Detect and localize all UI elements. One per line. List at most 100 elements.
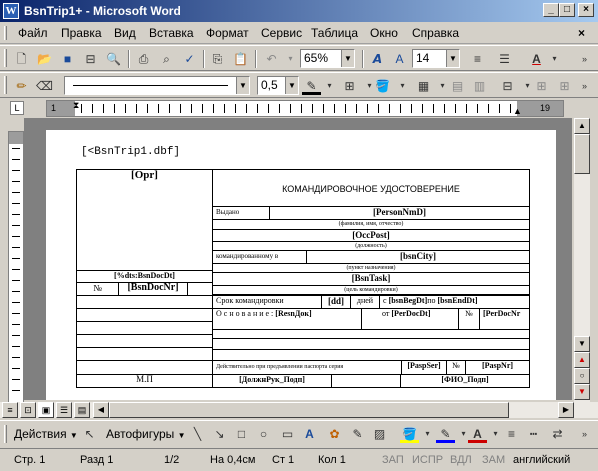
title-cell[interactable]: КОМАНДИРОВОЧНОЕ УДОСТОВЕРЕНИЕ (212, 169, 530, 207)
task-cell[interactable]: [BsnTask] (212, 272, 530, 286)
draw-table-icon[interactable]: ✏ (12, 77, 31, 95)
print-layout-icon[interactable]: ▣ (38, 402, 54, 418)
copy-icon[interactable]: ⎘ (208, 50, 227, 68)
scroll-right-icon[interactable]: ▶ (558, 402, 574, 418)
menu-help[interactable]: Справка (412, 26, 459, 40)
print-preview-icon[interactable]: 🔍 (104, 50, 123, 68)
menu-tools[interactable]: Сервис (261, 26, 302, 40)
scroll-thumb[interactable] (574, 134, 590, 174)
line-weight-combo[interactable]: 0,5 ▼ (257, 76, 299, 95)
dash-style-icon[interactable]: ┅ (524, 425, 543, 443)
insert-table-icon[interactable]: ▦ (414, 77, 433, 95)
horizontal-scrollbar[interactable]: ≡ ⊡ ▣ ☰ ▤ ◀ ▶ (0, 402, 598, 418)
outline-view-icon[interactable]: ☰ (56, 402, 72, 418)
menu-file[interactable]: Файл (18, 26, 48, 40)
per-doc-dt-cell[interactable]: от [PerDocDt] (361, 308, 459, 330)
vertical-ruler[interactable] (8, 131, 24, 403)
basis-cell[interactable]: О с н о в а н и е : [ResnДок] (212, 308, 362, 330)
header-field[interactable]: [<BsnTrip1.dbf] (81, 146, 180, 158)
text-box-icon[interactable]: ▭ (278, 425, 297, 443)
line-style-icon[interactable]: ≡ (502, 425, 521, 443)
print-icon[interactable]: ⎙ (134, 50, 153, 68)
reading-view-icon[interactable]: ▤ (74, 402, 90, 418)
preview-icon[interactable]: ⌕ (157, 50, 176, 68)
head-post-cell[interactable]: [ДолжнРук_Подп] (212, 374, 332, 388)
border-color-icon[interactable]: ✎ (302, 77, 321, 95)
undo-icon[interactable]: ↶ (262, 50, 281, 68)
toolbar-options-icon[interactable]: » (575, 77, 594, 95)
arrow-icon[interactable]: ↘ (210, 425, 229, 443)
close-button[interactable]: × (578, 3, 594, 17)
rectangle-icon[interactable]: □ (232, 425, 251, 443)
pasp-ser-cell[interactable]: [PaspSer] (401, 360, 447, 375)
line-style-combo[interactable]: ▼ (64, 76, 250, 95)
scroll-down-icon[interactable]: ▼ (574, 336, 590, 352)
fill-color-icon[interactable]: 🪣 (400, 425, 419, 443)
head-name-cell[interactable]: [ФИО_Подп] (400, 374, 530, 388)
org-cell[interactable]: [Opr] (76, 169, 213, 271)
line-icon[interactable]: ╲ (188, 425, 207, 443)
chevron-down-icon[interactable]: ▾ (545, 50, 564, 68)
browse-object-icon[interactable]: ○ (574, 368, 590, 384)
web-view-icon[interactable]: ⊡ (20, 402, 36, 418)
distribute-columns-icon[interactable]: ⊞ (555, 77, 574, 95)
font-color-icon[interactable]: A (527, 50, 546, 68)
borders-icon[interactable]: ⊞ (340, 77, 359, 95)
diagram-icon[interactable]: ✿ (325, 425, 344, 443)
dates-cell[interactable]: с [bsnBegDt]по [bsnEndDt] (379, 295, 530, 309)
menu-format[interactable]: Формат (206, 26, 249, 40)
open-folder-icon[interactable]: 📂 (35, 50, 54, 68)
status-trk[interactable]: ИСПР (412, 454, 443, 466)
minimize-button[interactable]: _ (543, 3, 559, 17)
scroll-up-icon[interactable]: ▲ (574, 118, 590, 134)
wordart-icon[interactable]: A (300, 425, 319, 443)
align-justify-icon[interactable]: ☰ (495, 50, 514, 68)
right-indent-marker-icon[interactable]: ▲ (513, 106, 522, 116)
chevron-down-icon[interactable]: ▼ (341, 50, 354, 67)
status-ext[interactable]: ВДЛ (450, 454, 472, 466)
paste-icon[interactable]: 📋 (231, 50, 250, 68)
horizontal-ruler[interactable]: 1 19 ⧗ ▲ (46, 100, 564, 117)
oval-icon[interactable]: ○ (254, 425, 273, 443)
zoom-combo[interactable]: 65% ▼ (300, 49, 355, 68)
menu-edit[interactable]: Правка (61, 26, 102, 40)
normal-view-icon[interactable]: ≡ (2, 402, 18, 418)
tab-selector-icon[interactable]: L (10, 101, 24, 115)
permission-icon[interactable]: ⊟ (81, 50, 100, 68)
pasp-nr-cell[interactable]: [PaspNr] (465, 360, 530, 375)
align-center-icon[interactable]: ≡ (468, 50, 487, 68)
spelling-icon[interactable]: ✓ (180, 50, 199, 68)
close-doc-icon[interactable]: × (578, 26, 585, 40)
chevron-down-icon[interactable]: ▼ (446, 50, 459, 67)
save-icon[interactable]: ■ (58, 50, 77, 68)
horizontal-scroll-thumb[interactable] (109, 402, 509, 418)
status-ovr[interactable]: ЗАМ (482, 454, 505, 466)
styles-icon[interactable]: A (390, 50, 409, 68)
actions-menu[interactable]: Действия ▼ (14, 427, 78, 441)
toolbar-options-icon[interactable]: » (575, 425, 594, 443)
scroll-left-icon[interactable]: ◀ (93, 402, 109, 418)
indent-marker-icon[interactable]: ⧗ (73, 100, 79, 111)
distribute-rows-icon[interactable]: ⊞ (532, 77, 551, 95)
split-cells-icon[interactable]: ▥ (470, 77, 489, 95)
merge-cells-icon[interactable]: ▤ (448, 77, 467, 95)
eraser-icon[interactable]: ⌫ (35, 77, 54, 95)
clip-art-icon[interactable]: ✎ (348, 425, 367, 443)
maximize-button[interactable]: □ (559, 3, 575, 17)
align-top-left-icon[interactable]: ⊟ (498, 77, 517, 95)
next-page-icon[interactable]: ▼ (574, 384, 590, 400)
person-cell[interactable]: [PersonNmD] (269, 206, 530, 220)
chevron-down-icon[interactable]: ▾ (393, 77, 412, 95)
per-doc-nr-cell[interactable]: [PerDocNr (479, 308, 530, 330)
shading-icon[interactable]: 🪣 (373, 77, 392, 95)
chevron-down-icon[interactable]: ▼ (285, 77, 298, 94)
days-cell[interactable]: [dd] (321, 295, 351, 309)
chevron-down-icon[interactable]: ▾ (320, 77, 339, 95)
font-size-combo[interactable]: 14 ▼ (412, 49, 460, 68)
undo-dropdown-icon[interactable]: ▾ (281, 50, 300, 68)
font-color-icon[interactable]: A (468, 425, 487, 443)
select-objects-icon[interactable]: ↖ (80, 425, 99, 443)
line-color-icon[interactable]: ✎ (436, 425, 455, 443)
arrow-style-icon[interactable]: ⇄ (548, 425, 567, 443)
page[interactable]: [<BsnTrip1.dbf] [Opr] КОМАНДИРОВОЧНОЕ УД… (46, 130, 556, 400)
